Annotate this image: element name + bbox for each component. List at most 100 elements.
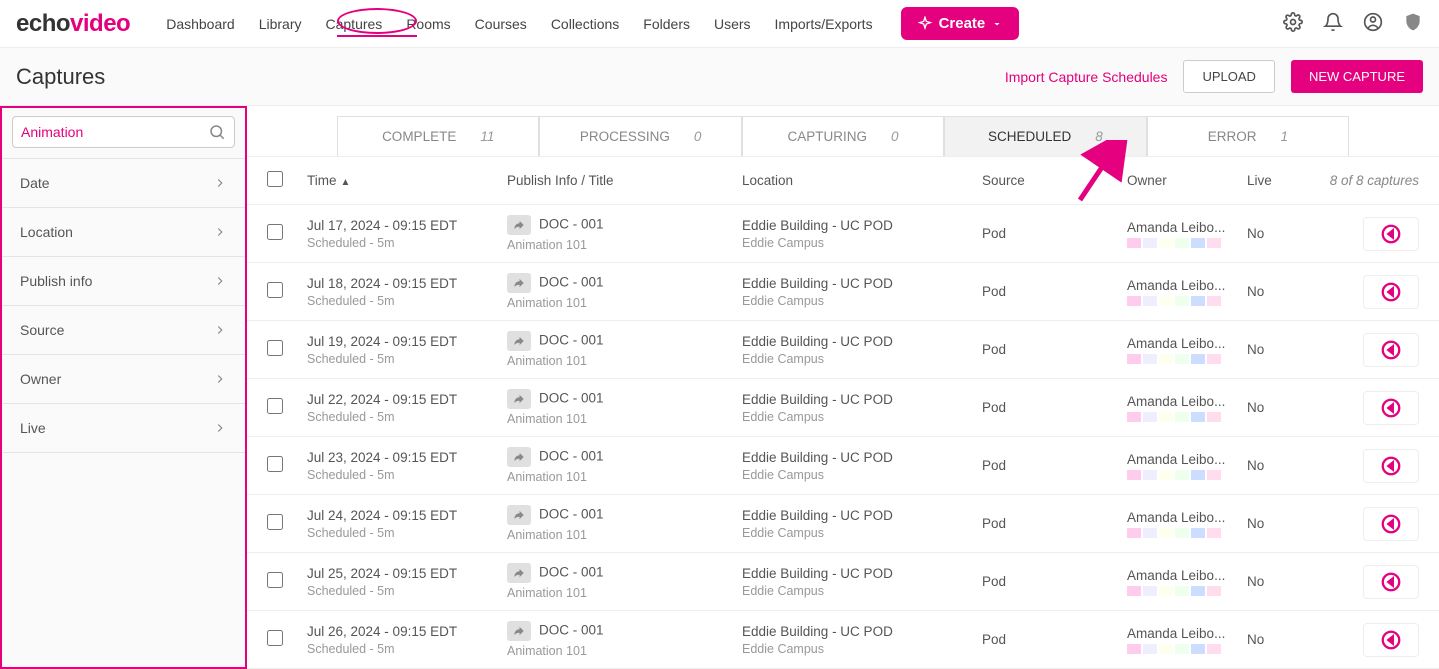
nav-library[interactable]: Library	[247, 2, 314, 46]
share-icon	[507, 389, 531, 409]
row-publish: DOC - 001	[507, 621, 742, 641]
results-summary: 8 of 8 captures	[1307, 173, 1419, 188]
table-row[interactable]: Jul 17, 2024 - 09:15 EDTScheduled - 5mDO…	[247, 205, 1439, 263]
row-checkbox[interactable]	[267, 456, 283, 472]
table-row[interactable]: Jul 19, 2024 - 09:15 EDTScheduled - 5mDO…	[247, 321, 1439, 379]
tab-processing[interactable]: PROCESSING0	[539, 116, 741, 156]
filter-label: Date	[20, 175, 50, 191]
row-publish: DOC - 001	[507, 563, 742, 583]
nav-underline	[337, 35, 417, 37]
share-icon	[507, 447, 531, 467]
col-owner-header[interactable]: Owner	[1127, 173, 1247, 188]
row-campus: Eddie Campus	[742, 294, 982, 308]
row-checkbox[interactable]	[267, 340, 283, 356]
row-action-button[interactable]	[1363, 333, 1419, 367]
table-row[interactable]: Jul 24, 2024 - 09:15 EDTScheduled - 5mDO…	[247, 495, 1439, 553]
filter-owner[interactable]: Owner	[2, 355, 245, 404]
row-location: Eddie Building - UC POD	[742, 218, 982, 233]
row-action-button[interactable]	[1363, 391, 1419, 425]
row-time: Jul 17, 2024 - 09:15 EDT	[307, 218, 507, 233]
filters-sidebar: Date LocationPublish infoSourceOwnerLive	[0, 106, 247, 669]
tab-complete[interactable]: COMPLETE11	[337, 116, 539, 156]
row-campus: Eddie Campus	[742, 468, 982, 482]
rewind-circle-icon	[1380, 629, 1402, 651]
filter-source[interactable]: Source	[2, 306, 245, 355]
nav-collections[interactable]: Collections	[539, 2, 631, 46]
share-icon	[507, 215, 531, 235]
row-action-button[interactable]	[1363, 623, 1419, 657]
new-capture-button[interactable]: NEW CAPTURE	[1291, 60, 1423, 93]
row-time: Jul 26, 2024 - 09:15 EDT	[307, 624, 507, 639]
row-action-button[interactable]	[1363, 449, 1419, 483]
rewind-circle-icon	[1380, 397, 1402, 419]
nav-courses[interactable]: Courses	[463, 2, 539, 46]
create-button[interactable]: Create	[901, 7, 1020, 40]
row-time: Jul 22, 2024 - 09:15 EDT	[307, 392, 507, 407]
row-checkbox[interactable]	[267, 572, 283, 588]
table-row[interactable]: Jul 22, 2024 - 09:15 EDTScheduled - 5mDO…	[247, 379, 1439, 437]
table-row[interactable]: Jul 23, 2024 - 09:15 EDTScheduled - 5mDO…	[247, 437, 1439, 495]
col-source-header[interactable]: Source	[982, 173, 1127, 188]
col-live-header[interactable]: Live	[1247, 173, 1307, 188]
row-action-button[interactable]	[1363, 507, 1419, 541]
rewind-circle-icon	[1380, 571, 1402, 593]
row-live: No	[1247, 226, 1307, 241]
tab-capturing[interactable]: CAPTURING0	[742, 116, 944, 156]
filter-publish-info[interactable]: Publish info	[2, 257, 245, 306]
row-action-button[interactable]	[1363, 217, 1419, 251]
tab-error[interactable]: ERROR1	[1147, 116, 1349, 156]
row-publish: DOC - 001	[507, 331, 742, 351]
row-checkbox[interactable]	[267, 224, 283, 240]
institution-button[interactable]	[1403, 12, 1423, 35]
row-action-button[interactable]	[1363, 275, 1419, 309]
nav-dashboard[interactable]: Dashboard	[154, 2, 247, 46]
chevron-right-icon	[213, 421, 227, 435]
nav-imports-exports[interactable]: Imports/Exports	[763, 2, 885, 46]
search-icon	[208, 123, 226, 141]
nav-folders[interactable]: Folders	[631, 2, 702, 46]
upload-button[interactable]: UPLOAD	[1183, 60, 1274, 93]
row-action-button[interactable]	[1363, 565, 1419, 599]
table-row[interactable]: Jul 26, 2024 - 09:15 EDTScheduled - 5mDO…	[247, 611, 1439, 669]
import-schedules-link[interactable]: Import Capture Schedules	[1005, 69, 1168, 85]
topbar: echovideo Dashboard Library Captures Roo…	[0, 0, 1439, 48]
nav-users[interactable]: Users	[702, 2, 763, 46]
user-circle-icon	[1363, 12, 1383, 32]
table-header: Time▲ Publish Info / Title Location Sour…	[247, 157, 1439, 205]
row-owner-colors	[1127, 238, 1247, 248]
row-owner: Amanda Leibo...	[1127, 452, 1227, 467]
row-campus: Eddie Campus	[742, 526, 982, 540]
row-time: Jul 24, 2024 - 09:15 EDT	[307, 508, 507, 523]
nav-captures[interactable]: Captures	[314, 2, 395, 46]
notifications-button[interactable]	[1323, 12, 1343, 35]
shield-icon	[1403, 12, 1423, 32]
row-checkbox[interactable]	[267, 630, 283, 646]
tab-scheduled[interactable]: SCHEDULED8	[944, 116, 1146, 156]
filter-live[interactable]: Live	[2, 404, 245, 453]
row-publish: DOC - 001	[507, 447, 742, 467]
rewind-circle-icon	[1380, 455, 1402, 477]
share-icon	[507, 563, 531, 583]
row-publish: DOC - 001	[507, 505, 742, 525]
select-all-checkbox[interactable]	[267, 171, 283, 187]
col-time-header[interactable]: Time▲	[307, 173, 507, 188]
table-row[interactable]: Jul 18, 2024 - 09:15 EDTScheduled - 5mDO…	[247, 263, 1439, 321]
col-publish-header[interactable]: Publish Info / Title	[507, 173, 742, 188]
table-row[interactable]: Jul 25, 2024 - 09:15 EDTScheduled - 5mDO…	[247, 553, 1439, 611]
nav-rooms[interactable]: Rooms	[394, 2, 462, 46]
logo[interactable]: echovideo	[16, 10, 130, 38]
row-checkbox[interactable]	[267, 282, 283, 298]
col-location-header[interactable]: Location	[742, 173, 982, 188]
filter-location[interactable]: Location	[2, 208, 245, 257]
account-button[interactable]	[1363, 12, 1383, 35]
search-field-wrap[interactable]	[12, 116, 235, 148]
row-checkbox[interactable]	[267, 398, 283, 414]
row-course: Animation 101	[507, 470, 742, 484]
search-input[interactable]	[21, 124, 208, 140]
row-course: Animation 101	[507, 354, 742, 368]
settings-menu[interactable]	[1283, 12, 1303, 35]
row-checkbox[interactable]	[267, 514, 283, 530]
chevron-right-icon	[213, 323, 227, 337]
row-owner-colors	[1127, 644, 1247, 654]
filter-date[interactable]: Date	[2, 158, 245, 208]
